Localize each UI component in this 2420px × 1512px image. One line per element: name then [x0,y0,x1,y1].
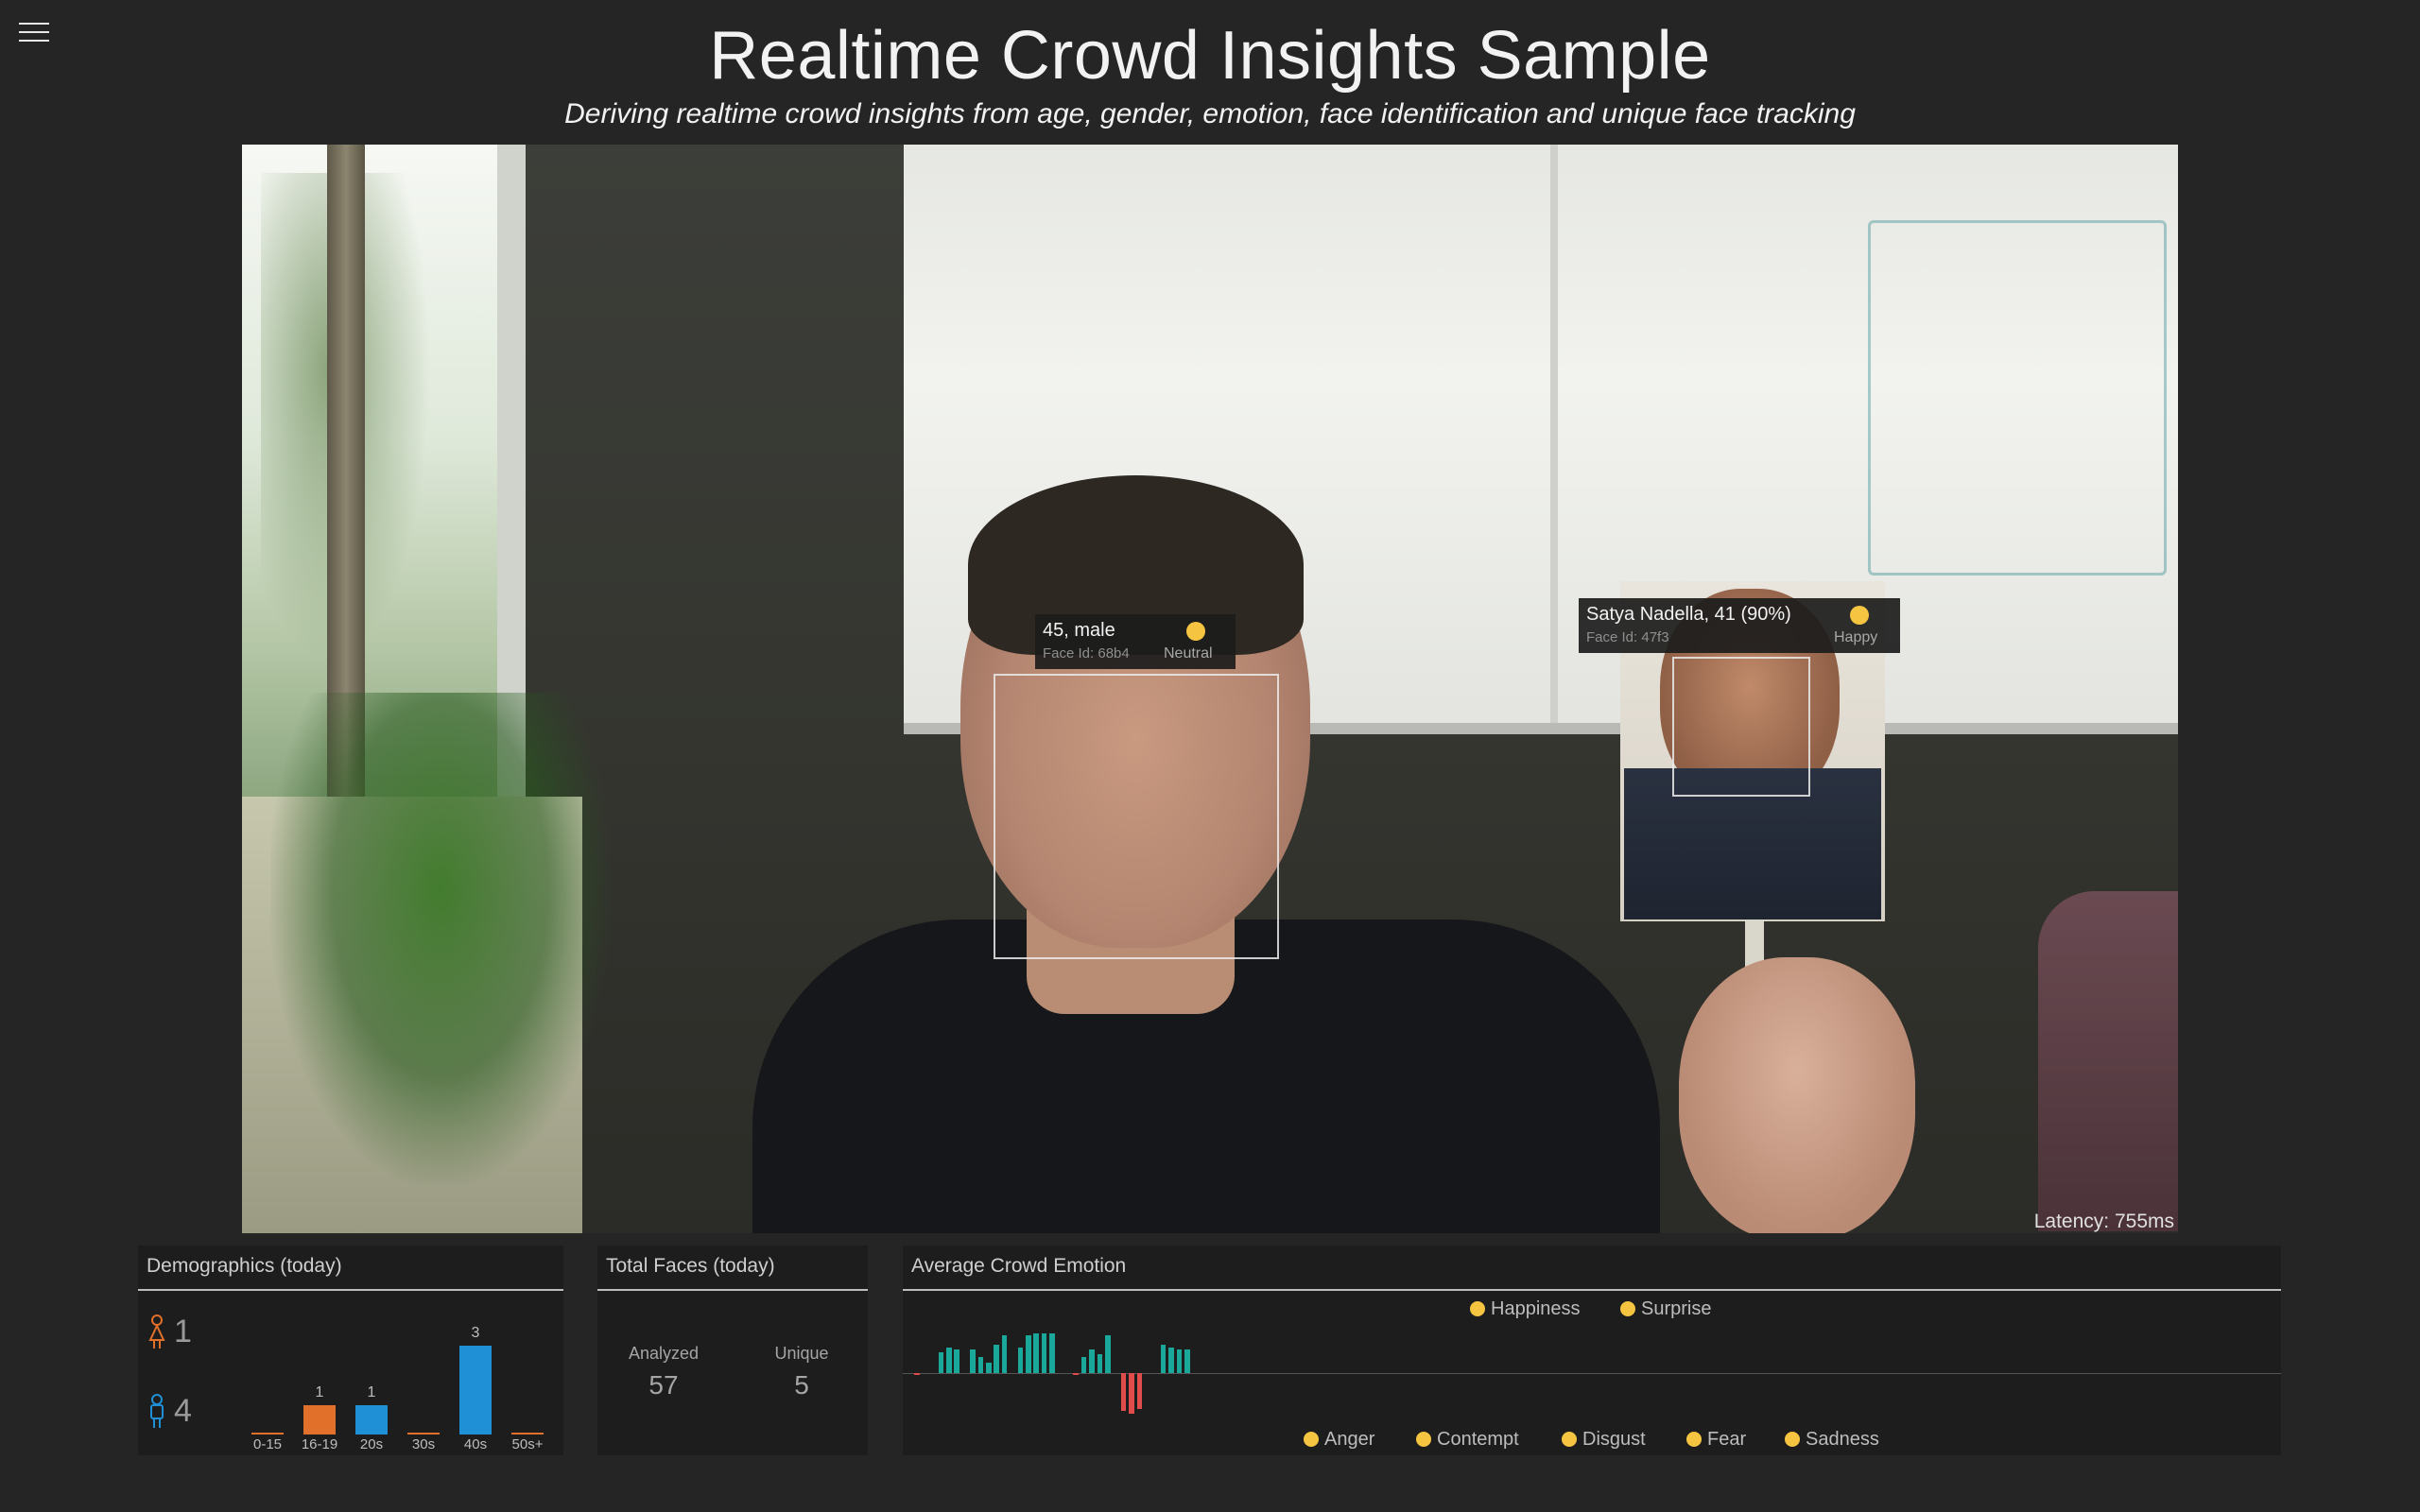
face-box-2 [1672,657,1810,797]
disgust-icon [1562,1432,1577,1447]
emotion-bar [1168,1347,1174,1373]
latency-readout: Latency: 755ms [2033,1211,2174,1232]
age-bar-30s [407,1433,440,1435]
legend-sadness: Sadness [1785,1429,1879,1451]
page-subtitle: Deriving realtime crowd insights from ag… [564,98,1856,129]
emotion-bar [977,1356,984,1373]
panel-title: Average Crowd Emotion [911,1255,1127,1277]
age-bar-chart: 0-15 1 16-19 1 20s 30s 3 40s 50s+ [242,1302,554,1453]
emotion-bar [1129,1373,1134,1414]
emotion-bar [1017,1347,1024,1373]
unique-label: Unique [774,1344,829,1363]
emotion-bar [1160,1345,1167,1373]
emotion-bar [1073,1373,1079,1375]
neutral-face-icon [1186,622,1205,641]
age-bar-value: 1 [315,1383,324,1400]
age-bar-value: 3 [471,1325,480,1341]
emotion-bar [1120,1373,1127,1411]
anger-icon [1304,1432,1319,1447]
emotion-bar [1097,1354,1103,1373]
emotion-bar [1001,1335,1008,1373]
legend-disgust: Disgust [1562,1429,1646,1451]
legend-surprise: Surprise [1620,1298,1711,1320]
face-label-2: Satya Nadella, 41 (90%) Face Id: 47f3 Ha… [1579,598,1900,653]
age-category-label: 30s [411,1436,436,1452]
legend-anger: Anger [1304,1429,1374,1451]
face-box-1 [994,674,1279,959]
age-category-label: 40s [463,1436,488,1452]
age-bar-0-15 [251,1433,284,1435]
male-count: 4 [174,1393,192,1429]
age-bar-value: 1 [367,1383,376,1400]
emotion-bar [970,1349,976,1373]
face-label-emotion: Happy [1834,629,1878,645]
emotion-bar-chart [903,1321,1300,1425]
female-icon [148,1314,165,1349]
emotion-bar [1136,1373,1143,1409]
male-icon [150,1394,164,1428]
emotion-bar [914,1373,920,1375]
demographics-panel: Demographics (today) 1 4 0-15 1 16-19 1 20s 3… [138,1246,563,1455]
age-category-label: 20s [359,1436,384,1452]
face-label-id: Face Id: 47f3 [1586,629,1669,645]
sadness-icon [1785,1432,1800,1447]
emotion-panel: Average Crowd Emotion Happiness Surprise… [903,1246,2281,1455]
emotion-bar [946,1347,952,1373]
unique-value: 5 [794,1370,809,1400]
analyzed-value: 57 [648,1370,679,1400]
female-count: 1 [174,1314,192,1349]
age-category-label: 16-19 [301,1436,338,1452]
emotion-bar [994,1345,999,1373]
emotion-bar [986,1363,992,1373]
age-bar-16-19 [303,1404,336,1435]
panel-title: Total Faces (today) [606,1255,775,1277]
face-label-main: 45, male [1043,620,1115,641]
face-label-id: Face Id: 68b4 [1043,645,1130,662]
total-faces-panel: Total Faces (today) Analyzed 57 Unique 5 [597,1246,868,1455]
legend-contempt: Contempt [1416,1429,1519,1451]
panel-title: Demographics (today) [147,1255,342,1277]
surprise-icon [1620,1301,1635,1316]
analyzed-label: Analyzed [628,1344,700,1363]
emotion-bar [938,1351,944,1373]
face-label-main: Satya Nadella, 41 (90%) [1586,604,1791,625]
happiness-icon [1470,1301,1485,1316]
age-bar-40s [459,1346,492,1435]
emotion-bar [1105,1335,1111,1373]
emotion-bar [1184,1349,1190,1373]
age-bar-20s [355,1404,388,1435]
legend-fear: Fear [1686,1429,1746,1451]
age-category-label: 0-15 [252,1436,283,1452]
happy-face-icon [1850,606,1869,625]
legend-happiness: Happiness [1470,1298,1581,1320]
emotion-bar [1026,1335,1031,1373]
emotion-bar [1080,1356,1087,1373]
face-label-emotion: Neutral [1164,645,1213,662]
emotion-bar [1089,1349,1095,1373]
fear-icon [1686,1432,1702,1447]
face-label-1: 45, male Face Id: 68b4 Neutral [1035,614,1236,669]
page-title: Realtime Crowd Insights Sample [709,18,1711,94]
emotion-bar [954,1349,959,1373]
emotion-bar [1041,1332,1047,1373]
contempt-icon [1416,1432,1431,1447]
camera-feed: 45, male Face Id: 68b4 Neutral Satya Nad… [242,145,2178,1233]
emotion-bar [1176,1349,1183,1373]
emotion-bar [1033,1332,1039,1373]
age-bar-50s+ [511,1433,544,1435]
emotion-bar [1049,1332,1055,1373]
age-category-label: 50s+ [511,1436,544,1452]
